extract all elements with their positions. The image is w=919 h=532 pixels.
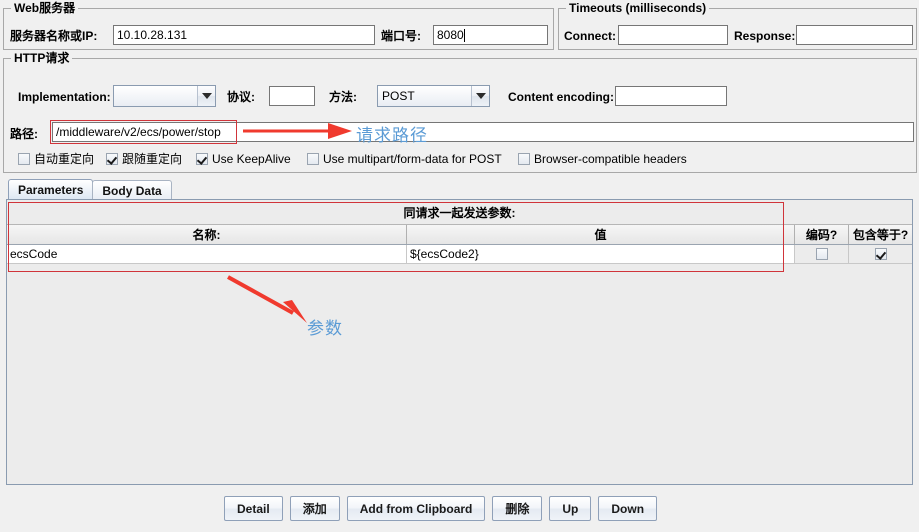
- implementation-combo[interactable]: [113, 85, 216, 107]
- checkbox-box[interactable]: [815, 248, 828, 260]
- column-header-name[interactable]: 名称:: [7, 225, 407, 244]
- parameters-table-panel: 同请求一起发送参数: 名称: 值 编码? 包含等于? ecsCode ${ecs…: [6, 199, 913, 485]
- add-button[interactable]: 添加: [289, 496, 340, 521]
- port-input[interactable]: 8080: [433, 25, 548, 45]
- tab-label: Body Data: [102, 183, 162, 198]
- checkbox-label: Browser-compatible headers: [534, 152, 687, 166]
- timeouts-group-title: Timeouts (milliseconds): [566, 1, 710, 15]
- down-button[interactable]: Down: [598, 496, 658, 521]
- method-combo-value: POST: [378, 86, 472, 106]
- cell-include-equals[interactable]: [849, 245, 912, 263]
- checkbox-follow-redirect[interactable]: 跟随重定向: [106, 153, 182, 165]
- response-timeout-input[interactable]: [796, 25, 913, 45]
- protocol-input[interactable]: [269, 86, 315, 106]
- column-header-value[interactable]: 值: [407, 225, 795, 244]
- detail-button[interactable]: Detail: [224, 496, 283, 521]
- table-row[interactable]: ecsCode ${ecsCode2}: [7, 245, 912, 264]
- server-name-input[interactable]: 10.10.28.131: [113, 25, 375, 45]
- checkbox-box[interactable]: [518, 153, 530, 165]
- tab-bar: Parameters Body Data: [8, 179, 172, 200]
- params-annotation-label: 参数: [307, 319, 343, 338]
- parameters-table-header: 名称: 值 编码? 包含等于?: [7, 225, 912, 245]
- button-bar: Detail 添加 Add from Clipboard 删除 Up Down: [224, 496, 658, 521]
- server-name-label: 服务器名称或IP:: [10, 29, 98, 43]
- cell-encode[interactable]: [795, 245, 849, 263]
- cell-value[interactable]: ${ecsCode2}: [407, 245, 795, 263]
- up-button[interactable]: Up: [549, 496, 592, 521]
- checkbox-label: 自动重定向: [34, 152, 95, 166]
- tab-body-data[interactable]: Body Data: [92, 180, 172, 200]
- protocol-label: 协议:: [227, 90, 255, 104]
- column-header-include-equals[interactable]: 包含等于?: [849, 225, 912, 244]
- add-from-clipboard-button[interactable]: Add from Clipboard: [346, 496, 486, 521]
- web-server-group-title: Web服务器: [11, 1, 79, 15]
- implementation-combo-value: [114, 86, 198, 106]
- http-request-group-title: HTTP请求: [11, 51, 73, 65]
- checkbox-label: 跟随重定向: [122, 152, 183, 166]
- checkbox-use-keepalive[interactable]: Use KeepAlive: [196, 153, 291, 165]
- column-header-encode[interactable]: 编码?: [795, 225, 849, 244]
- path-label: 路径:: [10, 127, 38, 141]
- checkbox-label: Use multipart/form-data for POST: [323, 152, 502, 166]
- path-annotation-label: 请求路径: [356, 126, 428, 145]
- checkbox-browser-compatible-headers[interactable]: Browser-compatible headers: [518, 153, 687, 165]
- checkbox-use-multipart[interactable]: Use multipart/form-data for POST: [307, 153, 502, 165]
- connect-timeout-input[interactable]: [618, 25, 728, 45]
- implementation-label: Implementation:: [18, 90, 111, 104]
- checkbox-auto-redirect[interactable]: 自动重定向: [18, 153, 94, 165]
- chevron-down-icon: [472, 86, 489, 106]
- tab-label: Parameters: [18, 183, 84, 197]
- content-encoding-input[interactable]: [615, 86, 727, 106]
- method-combo[interactable]: POST: [377, 85, 490, 107]
- content-encoding-label: Content encoding:: [508, 90, 614, 104]
- response-timeout-label: Response:: [734, 29, 796, 43]
- checkbox-box[interactable]: [106, 153, 118, 165]
- checkbox-box[interactable]: [874, 248, 887, 260]
- tab-parameters[interactable]: Parameters: [8, 179, 94, 200]
- path-input[interactable]: /middleware/v2/ecs/power/stop: [52, 122, 914, 142]
- method-label: 方法:: [329, 90, 357, 104]
- checkbox-box[interactable]: [18, 153, 30, 165]
- parameters-table-title: 同请求一起发送参数:: [7, 200, 912, 225]
- connect-timeout-label: Connect:: [564, 29, 616, 43]
- parameters-table-empty-area: [7, 264, 912, 484]
- cell-name[interactable]: ecsCode: [7, 245, 407, 263]
- chevron-down-icon: [198, 86, 215, 106]
- delete-button[interactable]: 删除: [492, 496, 543, 521]
- port-label: 端口号:: [381, 29, 421, 43]
- checkbox-box[interactable]: [307, 153, 319, 165]
- checkbox-box[interactable]: [196, 153, 208, 165]
- checkbox-label: Use KeepAlive: [212, 152, 291, 166]
